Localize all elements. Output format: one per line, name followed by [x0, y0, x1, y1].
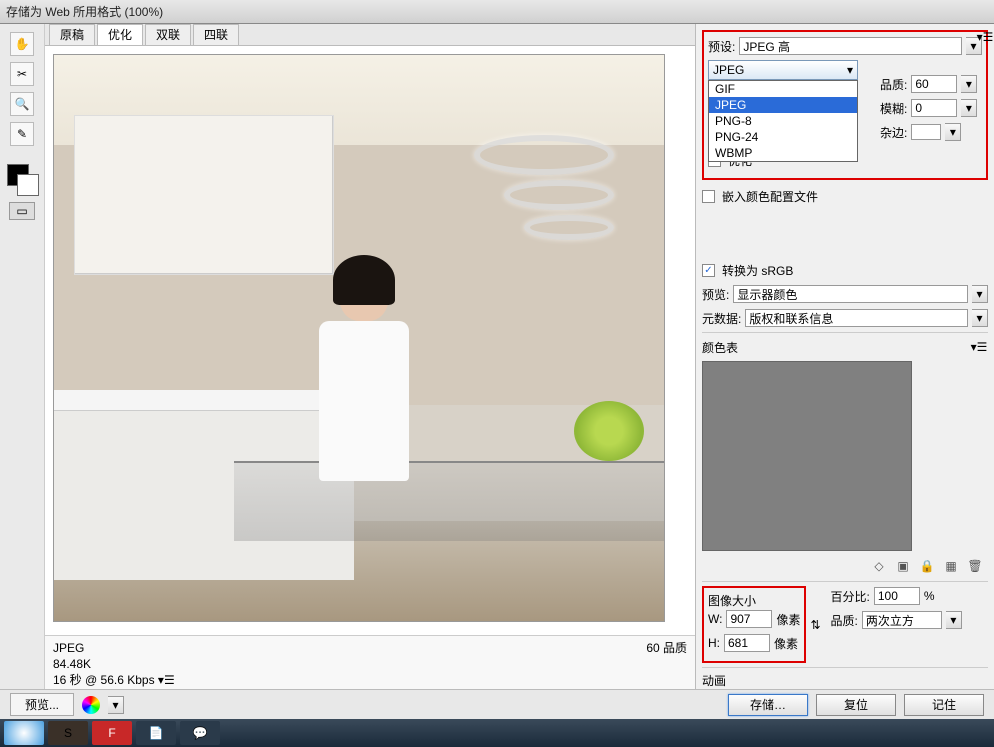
panel-menu-icon[interactable]: ▾☰ [978, 30, 992, 44]
ct-cube-icon[interactable]: ▣ [896, 559, 910, 573]
metadata-dropdown-icon[interactable]: ▾ [972, 309, 988, 327]
tab-2up[interactable]: 双联 [145, 24, 191, 45]
slice-visibility-toggle[interactable]: ▭ [9, 202, 35, 220]
preview-field[interactable] [733, 285, 968, 303]
preview-area: 原稿 优化 双联 四联 60 品质 JPEG 84.48K 16 秒 [45, 24, 696, 719]
colortable-label: 颜色表 [702, 339, 738, 356]
height-label: H: [708, 636, 720, 650]
ct-diamond-icon[interactable]: ◇ [872, 559, 886, 573]
task-app-3[interactable]: 📄 [136, 721, 176, 745]
resample-label: 品质: [831, 612, 858, 629]
info-format: JPEG [53, 640, 687, 656]
format-combo[interactable]: JPEG▾ GIF JPEG PNG-8 PNG-24 WBMP [708, 60, 858, 80]
footer-bar: 预览... ▾ 存储… 复位 记住 [0, 689, 994, 719]
embed-profile-checkbox[interactable] [702, 190, 715, 203]
task-app-2[interactable]: F [92, 721, 132, 745]
blur-label: 模糊: [880, 100, 907, 117]
metadata-field[interactable] [745, 309, 968, 327]
preset-field[interactable] [739, 37, 962, 55]
resample-field[interactable] [862, 611, 942, 629]
remember-button[interactable]: 记住 [904, 694, 984, 716]
task-app-1[interactable]: S [48, 721, 88, 745]
px-label-1: 像素 [776, 611, 800, 628]
quality-stepper-icon[interactable]: ▾ [961, 75, 977, 93]
browser-dropdown-icon[interactable]: ▾ [108, 696, 124, 714]
titlebar: 存储为 Web 所用格式 (100%) [0, 0, 994, 24]
start-button[interactable] [4, 721, 44, 745]
hand-tool[interactable]: ✋ [10, 32, 34, 56]
preset-label: 预设: [708, 38, 735, 55]
imagesize-callout: 图像大小 W: 像素 H: 像素 [702, 586, 806, 663]
window-title: 存储为 Web 所用格式 (100%) [6, 3, 163, 20]
matte-dropdown-icon[interactable]: ▾ [945, 123, 961, 141]
zoom-tool[interactable]: 🔍 [10, 92, 34, 116]
save-button[interactable]: 存储… [728, 694, 808, 716]
reset-button[interactable]: 复位 [816, 694, 896, 716]
tab-4up[interactable]: 四联 [193, 24, 239, 45]
ct-new-icon[interactable]: ▦ [944, 559, 958, 573]
imagesize-label: 图像大小 [708, 592, 800, 609]
preview-button[interactable]: 预览... [10, 693, 74, 716]
info-quality: 60 品质 [646, 640, 687, 656]
image-canvas[interactable] [53, 54, 665, 622]
background-swatch[interactable] [17, 174, 39, 196]
color-table[interactable] [702, 361, 912, 551]
info-time: 16 秒 @ 56.6 Kbps [53, 673, 155, 687]
percent-label: 百分比: [831, 588, 870, 605]
view-tabs: 原稿 优化 双联 四联 [45, 24, 695, 46]
chevron-down-icon: ▾ [847, 63, 853, 77]
quality-field[interactable] [911, 75, 957, 93]
task-app-4[interactable]: 💬 [180, 721, 220, 745]
browser-preview-icon[interactable] [82, 696, 100, 714]
preview-label: 预览: [702, 286, 729, 303]
colortable-toolbar: ◇ ▣ 🔒 ▦ 🗑 [702, 555, 988, 577]
ct-trash-icon[interactable]: 🗑 [968, 559, 982, 573]
metadata-label: 元数据: [702, 310, 741, 327]
px-label-2: 像素 [774, 635, 798, 652]
width-label: W: [708, 612, 722, 626]
srgb-label: 转换为 sRGB [722, 262, 793, 279]
format-dropdown-list: GIF JPEG PNG-8 PNG-24 WBMP [708, 80, 858, 162]
taskbar: S F 📄 💬 [0, 719, 994, 747]
width-field[interactable] [726, 610, 772, 628]
tab-original[interactable]: 原稿 [49, 24, 95, 45]
height-field[interactable] [724, 634, 770, 652]
blur-field[interactable] [911, 99, 957, 117]
info-size: 84.48K [53, 656, 687, 672]
matte-swatch[interactable] [911, 124, 941, 140]
format-option-wbmp[interactable]: WBMP [709, 145, 857, 161]
quality-label: 品质: [880, 76, 907, 93]
image-info: 60 品质 JPEG 84.48K 16 秒 @ 56.6 Kbps ▾☰ [45, 635, 695, 691]
ct-lock-icon[interactable]: 🔒 [920, 559, 934, 573]
embed-profile-label: 嵌入颜色配置文件 [722, 188, 818, 205]
resample-dropdown-icon[interactable]: ▾ [946, 611, 962, 629]
colortable-menu-icon[interactable]: ▾☰ [972, 340, 986, 354]
tool-column: ✋ ✂ 🔍 ✎ ▭ [0, 24, 45, 719]
format-selected[interactable]: JPEG▾ [708, 60, 858, 80]
tab-optimized[interactable]: 优化 [97, 24, 143, 45]
canvas-wrap [45, 46, 695, 635]
format-option-gif[interactable]: GIF [709, 81, 857, 97]
preview-dropdown-icon[interactable]: ▾ [972, 285, 988, 303]
matte-label: 杂边: [880, 124, 907, 141]
format-option-png8[interactable]: PNG-8 [709, 113, 857, 129]
format-option-jpeg[interactable]: JPEG [709, 97, 857, 113]
slice-tool[interactable]: ✂ [10, 62, 34, 86]
eyedropper-tool[interactable]: ✎ [10, 122, 34, 146]
settings-panel: ▾☰ 预设: ▾ JPEG▾ GIF JPEG PNG-8 PNG-24 WBM… [696, 24, 994, 719]
percent-field[interactable] [874, 587, 920, 605]
flyout-icon[interactable]: ▾☰ [158, 673, 175, 687]
percent-sign: % [924, 589, 935, 603]
format-option-png24[interactable]: PNG-24 [709, 129, 857, 145]
blur-stepper-icon[interactable]: ▾ [961, 99, 977, 117]
animation-label: 动画 [702, 672, 988, 689]
link-icon[interactable]: ⇅ [810, 618, 820, 632]
srgb-checkbox[interactable] [702, 264, 715, 277]
